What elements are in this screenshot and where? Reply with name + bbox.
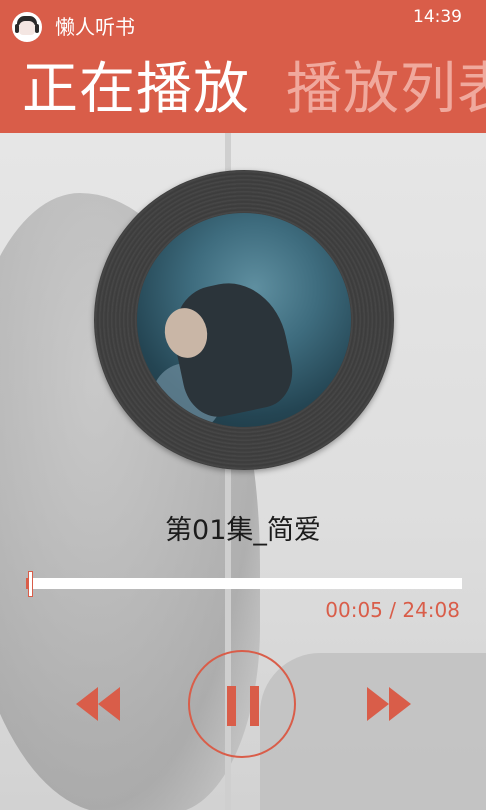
progress-bar[interactable] <box>26 578 462 589</box>
album-cover-image <box>137 213 351 427</box>
progress-thumb[interactable] <box>27 571 33 597</box>
app-header: 懒人听书 14:39 正在播放 播放列表 <box>0 0 486 133</box>
pause-icon <box>227 686 236 726</box>
tab-playlist[interactable]: 播放列表 <box>286 58 486 122</box>
rewind-button[interactable] <box>74 687 122 721</box>
album-disc <box>94 170 394 470</box>
status-clock: 14:39 <box>413 7 462 27</box>
app-logo-icon <box>12 12 42 42</box>
pause-button[interactable] <box>188 650 296 758</box>
tab-now-playing[interactable]: 正在播放 <box>22 58 250 122</box>
fast-forward-button[interactable] <box>365 687 413 721</box>
playback-time: 00:05 / 24:08 <box>325 598 460 622</box>
track-title: 第01集_简爱 <box>165 515 321 546</box>
fast-forward-icon <box>367 687 411 721</box>
rewind-icon <box>76 687 120 721</box>
pause-icon-bar <box>250 686 259 726</box>
app-title: 懒人听书 <box>55 15 135 39</box>
